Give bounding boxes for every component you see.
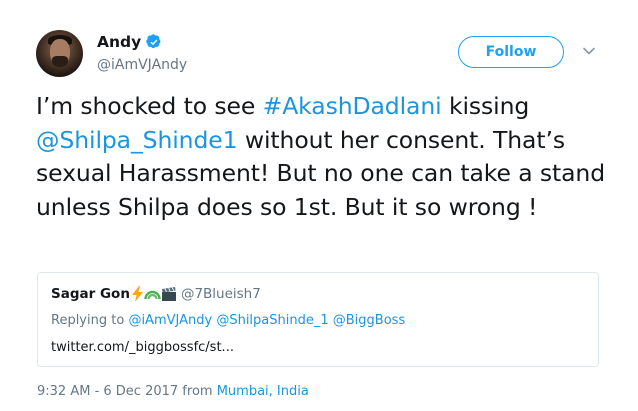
tweet-text-segment: kissing	[441, 92, 530, 120]
quoted-author-name[interactable]: Sagar Gon	[51, 286, 130, 302]
hashtag-link[interactable]: #AkashDadlani	[263, 92, 442, 120]
chevron-down-icon[interactable]	[582, 44, 596, 58]
reply-mention-link[interactable]: @iAmVJAndy	[128, 313, 212, 328]
lightning-emoji-icon	[131, 286, 143, 302]
quoted-author-emoji-group	[131, 286, 177, 302]
quoted-tweet-card[interactable]: Sagar Gon @7Blueish7 Replying to @iAmVJA…	[37, 272, 599, 367]
quoted-tweet-header: Sagar Gon @7Blueish7	[51, 286, 261, 302]
tweet-text-segment: I’m shocked to see	[36, 92, 263, 120]
follow-button[interactable]: Follow	[458, 36, 564, 68]
rainbow-emoji-icon	[144, 290, 161, 300]
tweet-text: I’m shocked to see #AkashDadlani kissing…	[36, 90, 606, 224]
clapperboard-emoji-icon	[161, 287, 176, 301]
author-handle[interactable]: @iAmVJAndy	[97, 57, 187, 73]
verified-badge-icon	[146, 34, 161, 49]
tweet-timestamp[interactable]: 9:32 AM - 6 Dec 2017	[37, 384, 178, 399]
reply-mention-link[interactable]: @ShilpaShinde_1	[216, 313, 328, 328]
author-display-name[interactable]: Andy	[97, 33, 141, 51]
avatar[interactable]	[36, 30, 83, 77]
replying-to-prefix: Replying to	[51, 313, 129, 328]
quoted-replying-to: Replying to @iAmVJAndy @ShilpaShinde_1 @…	[51, 313, 405, 328]
author-name-row: Andy	[97, 33, 162, 51]
location-link[interactable]: Mumbai, India	[217, 384, 309, 399]
reply-mention-link[interactable]: @BiggBoss	[333, 313, 405, 328]
quoted-tweet-url[interactable]: twitter.com/_biggbossfc/st...	[51, 340, 234, 355]
from-label: from	[178, 384, 217, 399]
tweet-card: Andy @iAmVJAndy Follow I’m shocked to se…	[0, 0, 638, 411]
tweet-metadata: 9:32 AM - 6 Dec 2017 from Mumbai, India	[37, 384, 309, 399]
mention-link[interactable]: @Shilpa_Shinde1	[36, 126, 238, 154]
quoted-author-handle[interactable]: @7Blueish7	[181, 286, 261, 302]
